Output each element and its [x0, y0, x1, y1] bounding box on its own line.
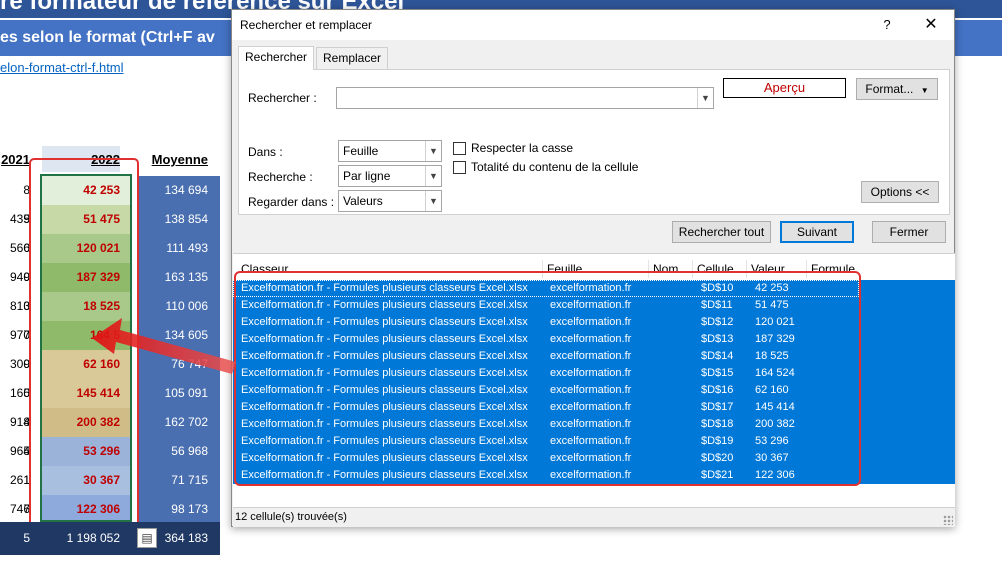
- search-label: Rechercher :: [248, 91, 317, 105]
- next-button[interactable]: Suivant: [780, 221, 854, 243]
- cell-moyenne[interactable]: 110 006: [138, 292, 220, 321]
- regarder-label: Regarder dans :: [248, 195, 335, 209]
- cell-moyenne[interactable]: 162 702: [138, 408, 220, 437]
- chevron-down-icon[interactable]: ▼: [425, 166, 441, 186]
- case-checkbox[interactable]: [453, 142, 466, 155]
- recherche-value: Par ligne: [343, 169, 391, 183]
- dans-label: Dans :: [248, 145, 283, 159]
- cell-moyenne[interactable]: 134 605: [138, 321, 220, 350]
- selection-fill: [859, 280, 955, 484]
- dans-select[interactable]: Feuille ▼: [338, 140, 442, 162]
- close-button[interactable]: Fermer: [872, 221, 946, 243]
- dans-value: Feuille: [343, 144, 379, 158]
- column-header-2021: 2021: [1, 152, 30, 167]
- chevron-down-icon[interactable]: ▼: [697, 88, 713, 108]
- sheet-link[interactable]: elon-format-ctrl-f.html: [0, 60, 124, 75]
- total-2021: 5 799: [9, 531, 30, 578]
- annotation-frame-results: [234, 271, 861, 486]
- format-button[interactable]: Format... ▼: [856, 78, 938, 100]
- search-input[interactable]: ▼: [336, 87, 714, 109]
- total-row: 5 799 1 198 052 364 183: [0, 522, 220, 578]
- preview-box: Aperçu: [723, 78, 846, 98]
- entire-cell-checkbox[interactable]: [453, 161, 466, 174]
- cell-moyenne[interactable]: 76 747: [138, 350, 220, 379]
- close-icon[interactable]: ✕: [916, 14, 946, 36]
- cell-moyenne[interactable]: 134 694: [138, 176, 220, 205]
- format-button-label: Format...: [865, 82, 914, 96]
- recherche-label: Recherche :: [248, 170, 313, 184]
- tab-rechercher[interactable]: Rechercher: [238, 46, 315, 70]
- total-moyenne: 364 183: [164, 531, 208, 545]
- quick-analysis-icon[interactable]: ▤: [137, 528, 157, 548]
- cell-moyenne[interactable]: 56 968: [138, 437, 220, 466]
- column-header-moyenne: Moyenne: [151, 152, 208, 167]
- cell-moyenne[interactable]: 71 715: [138, 466, 220, 495]
- dialog-title: Rechercher et remplacer: [240, 18, 373, 32]
- cell-moyenne[interactable]: 105 091: [138, 379, 220, 408]
- status-bar: 12 cellule(s) trouvée(s): [233, 507, 955, 527]
- recherche-select[interactable]: Par ligne ▼: [338, 165, 442, 187]
- cell-moyenne[interactable]: 138 854: [138, 205, 220, 234]
- options-button[interactable]: Options <<: [861, 181, 939, 203]
- cell-moyenne[interactable]: 163 135: [138, 263, 220, 292]
- case-label[interactable]: Respecter la casse: [471, 141, 573, 155]
- chevron-down-icon[interactable]: ▼: [425, 141, 441, 161]
- dialog-titlebar[interactable]: Rechercher et remplacer ? ✕: [232, 10, 954, 40]
- total-2022: 1 198 052: [66, 531, 120, 545]
- tab-remplacer[interactable]: Remplacer: [316, 47, 389, 69]
- annotation-frame-column: [29, 158, 139, 530]
- cell-moyenne[interactable]: 111 493: [138, 234, 220, 263]
- sheet-subtitle: es selon le format (Ctrl+F av: [0, 29, 215, 46]
- resize-grip-icon[interactable]: [943, 515, 953, 525]
- dropdown-arrow-icon: ▼: [920, 86, 929, 95]
- regarder-value: Valeurs: [343, 194, 383, 208]
- help-button[interactable]: ?: [872, 15, 902, 35]
- regarder-select[interactable]: Valeurs ▼: [338, 190, 442, 212]
- chevron-down-icon[interactable]: ▼: [425, 191, 441, 211]
- status-text: 12 cellule(s) trouvée(s): [235, 511, 347, 523]
- find-all-button[interactable]: Rechercher tout: [672, 221, 771, 243]
- cell-moyenne[interactable]: 98 173: [138, 495, 220, 524]
- entire-cell-label[interactable]: Totalité du contenu de la cellule: [471, 160, 638, 174]
